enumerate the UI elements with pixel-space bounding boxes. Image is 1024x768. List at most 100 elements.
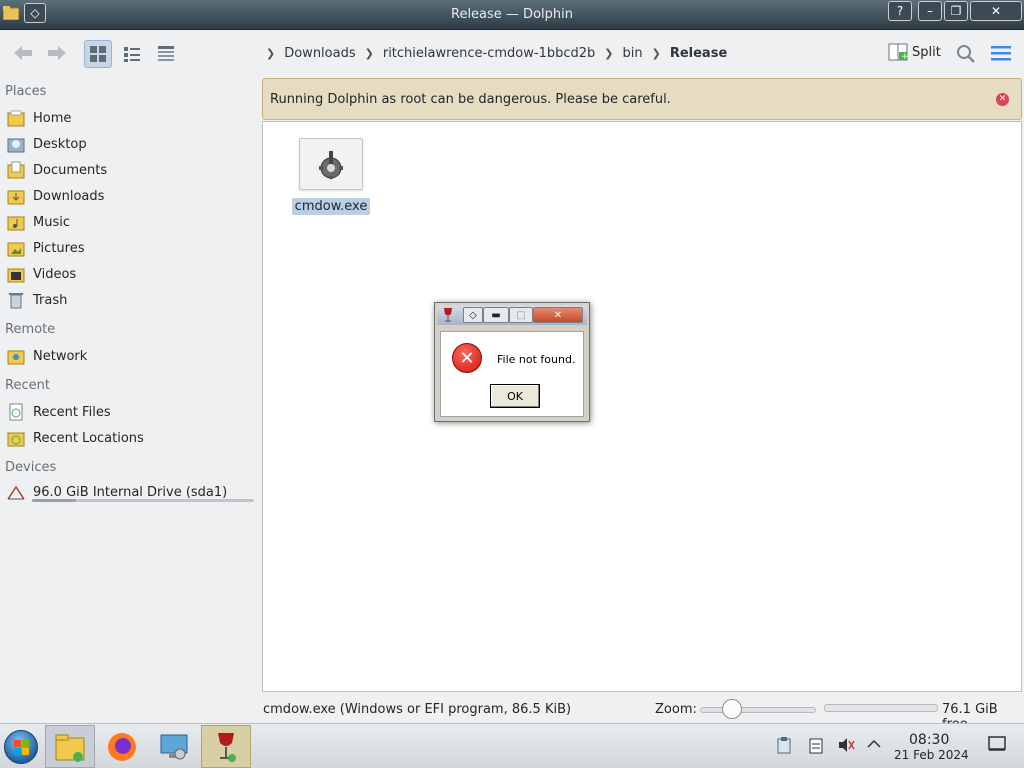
sidebar-item-pictures[interactable]: Pictures [6, 237, 84, 259]
places-section-title: Places [5, 84, 47, 99]
sidebar-item-label: 96.0 GiB Internal Drive (sda1) [33, 484, 228, 500]
status-bar: cmdow.exe (Windows or EFI program, 86.5 … [0, 698, 1024, 732]
breadcrumb: ❯ Downloads ❯ ritchielawrence-cmdow-1bbc… [266, 46, 728, 61]
task-firefox[interactable] [97, 725, 147, 768]
minimize-button[interactable]: – [918, 1, 942, 21]
sidebar-item-home[interactable]: Home [6, 107, 71, 129]
zoom-slider-track[interactable] [700, 707, 816, 713]
details-view-button[interactable] [152, 40, 180, 68]
sidebar-item-label: Music [33, 214, 70, 230]
dialog-maximize-button[interactable]: □ [509, 307, 533, 323]
documents-folder-icon [6, 160, 26, 180]
dialog-minimize-button[interactable]: ▬ [483, 307, 509, 323]
pictures-folder-icon [6, 238, 26, 258]
sidebar-item-label: Videos [33, 266, 77, 282]
hard-drive-icon [6, 482, 26, 502]
split-view-icon: + [888, 43, 908, 61]
sidebar-item-label: Downloads [33, 188, 105, 204]
task-system-settings[interactable] [149, 725, 199, 768]
icons-view-icon [90, 46, 106, 62]
error-icon: ✕ [452, 343, 482, 373]
task-dolphin[interactable] [45, 725, 95, 768]
wine-glass-icon [442, 307, 454, 327]
dialog-close-button[interactable]: ✕ [533, 307, 583, 323]
sidebar-item-label: Home [33, 110, 72, 126]
tray-clipboard-icon[interactable] [776, 736, 792, 758]
root-warning-banner: Running Dolphin as root can be dangerous… [262, 78, 1022, 120]
split-label: Split [912, 44, 941, 60]
icons-view-button[interactable] [84, 40, 112, 68]
show-desktop-icon[interactable] [988, 736, 1006, 756]
file-view[interactable]: cmdow.exe [262, 121, 1022, 692]
sidebar-item-label: Recent Locations [33, 430, 144, 446]
zoom-label: Zoom: [655, 702, 697, 717]
drive-usage-fill [32, 499, 77, 502]
root-warning-message: Running Dolphin as root can be dangerous… [270, 92, 671, 107]
tray-volume-muted-icon[interactable] [837, 736, 855, 758]
task-wine[interactable] [201, 725, 251, 768]
close-window-button[interactable]: ✕ [970, 1, 1022, 21]
clock-date[interactable]: 21 Feb 2024 [894, 748, 969, 762]
sidebar-item-recent-files[interactable]: Recent Files [6, 401, 111, 423]
videos-folder-icon [6, 264, 26, 284]
start-menu-button[interactable] [4, 730, 38, 764]
sidebar-item-label: Network [33, 348, 88, 364]
remote-section-title: Remote [5, 322, 56, 337]
error-dialog: ◇ ▬ □ ✕ ✕ File not found. OK [434, 302, 590, 422]
forward-button[interactable] [44, 42, 70, 64]
dolphin-folder-icon [55, 734, 85, 762]
search-button[interactable] [956, 44, 976, 68]
clock-time[interactable]: 08:30 [909, 732, 949, 748]
music-folder-icon [6, 212, 26, 232]
tray-expand-chevron-up-icon[interactable] [866, 736, 882, 756]
file-item[interactable]: cmdow.exe [291, 138, 371, 215]
home-folder-icon [6, 108, 26, 128]
sidebar-item-trash[interactable]: Trash [6, 289, 67, 311]
sidebar-item-music[interactable]: Music [6, 211, 70, 233]
sidebar-item-network[interactable]: Network [6, 345, 87, 367]
free-space-bar [824, 704, 938, 712]
close-banner-icon[interactable]: ✕ [996, 93, 1009, 106]
sidebar-item-documents[interactable]: Documents [6, 159, 107, 181]
trash-icon [6, 290, 26, 310]
breadcrumb-item[interactable]: ritchielawrence-cmdow-1bbcd2b [383, 46, 595, 61]
taskbar: 08:30 21 Feb 2024 [0, 723, 1024, 768]
hamburger-menu-button[interactable] [990, 45, 1012, 65]
ok-button[interactable]: OK [490, 384, 540, 408]
drive-usage-bar [32, 499, 254, 502]
network-folder-icon [6, 346, 26, 366]
back-button[interactable] [10, 42, 36, 64]
system-settings-icon [160, 734, 188, 759]
sidebar-item-label: Recent Files [33, 404, 111, 420]
sidebar-item-videos[interactable]: Videos [6, 263, 76, 285]
selection-info: cmdow.exe (Windows or EFI program, 86.5 … [263, 702, 572, 717]
places-sidebar: Places Home Desktop Documents Downloads … [0, 78, 258, 698]
window-titlebar[interactable]: ◇ Release — Dolphin ? – ❐ ✕ [0, 0, 1024, 30]
help-button[interactable]: ? [888, 1, 912, 21]
sidebar-item-downloads[interactable]: Downloads [6, 185, 104, 207]
breadcrumb-item[interactable]: Downloads [284, 46, 355, 61]
devices-section-title: Devices [5, 460, 57, 475]
compact-view-button[interactable] [118, 40, 146, 68]
sidebar-item-desktop[interactable]: Desktop [6, 133, 87, 155]
sidebar-item-label: Desktop [33, 136, 87, 152]
zoom-slider-handle[interactable] [722, 699, 742, 719]
firefox-icon [108, 732, 136, 761]
dialog-body: ✕ File not found. OK [440, 331, 584, 417]
recent-files-icon [6, 402, 26, 422]
downloads-folder-icon [6, 186, 26, 206]
svg-text:+: + [901, 52, 908, 61]
split-button[interactable]: + Split [888, 43, 941, 61]
sidebar-item-label: Pictures [33, 240, 85, 256]
dialog-pin-icon[interactable]: ◇ [463, 307, 483, 323]
maximize-button[interactable]: ❐ [944, 1, 968, 21]
hamburger-icon [991, 46, 1011, 61]
search-icon [957, 45, 975, 63]
tray-notes-icon[interactable] [808, 736, 824, 758]
toolbar: ❯ Downloads ❯ ritchielawrence-cmdow-1bbc… [0, 30, 1024, 76]
sidebar-item-label: Trash [33, 292, 68, 308]
breadcrumb-current[interactable]: Release [670, 46, 727, 61]
breadcrumb-item[interactable]: bin [623, 46, 643, 61]
executable-gear-icon [299, 138, 363, 190]
sidebar-item-recent-locations[interactable]: Recent Locations [6, 427, 144, 449]
